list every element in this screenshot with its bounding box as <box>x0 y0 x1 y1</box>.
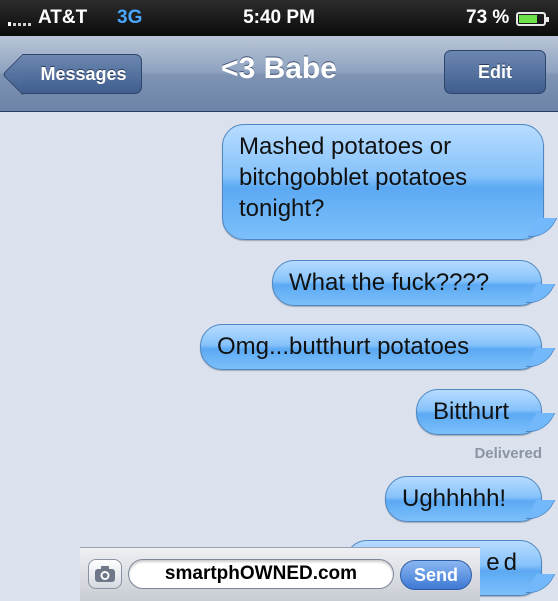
camera-icon <box>95 566 115 582</box>
battery-level <box>519 15 537 23</box>
battery-icon <box>516 12 549 26</box>
back-button[interactable]: Messages <box>22 54 142 94</box>
camera-button[interactable] <box>88 559 122 589</box>
watermark-compose-bar: smartphOWNED.com Send <box>80 547 480 601</box>
delivered-status: Delivered <box>474 445 542 462</box>
message-bubble[interactable]: Omg...butthurt potatoes <box>200 324 542 370</box>
send-button[interactable]: Send <box>400 560 472 590</box>
watermark-text-field: smartphOWNED.com <box>128 559 394 589</box>
message-bubble[interactable]: Ughhhhh! <box>385 476 542 522</box>
status-bar: AT&T 3G 5:40 PM 73 % <box>0 0 558 36</box>
message-bubble[interactable]: What the fuck???? <box>272 260 542 306</box>
navigation-bar: Messages <3 Babe Edit <box>0 36 558 112</box>
message-bubble[interactable]: Mashed potatoes or bitchgobblet potatoes… <box>222 124 544 240</box>
edit-button[interactable]: Edit <box>444 50 546 94</box>
conversation-title: <3 Babe <box>221 52 337 85</box>
message-bubble[interactable]: Bitthurt <box>416 389 542 435</box>
battery-percent: 73 % <box>466 7 510 28</box>
